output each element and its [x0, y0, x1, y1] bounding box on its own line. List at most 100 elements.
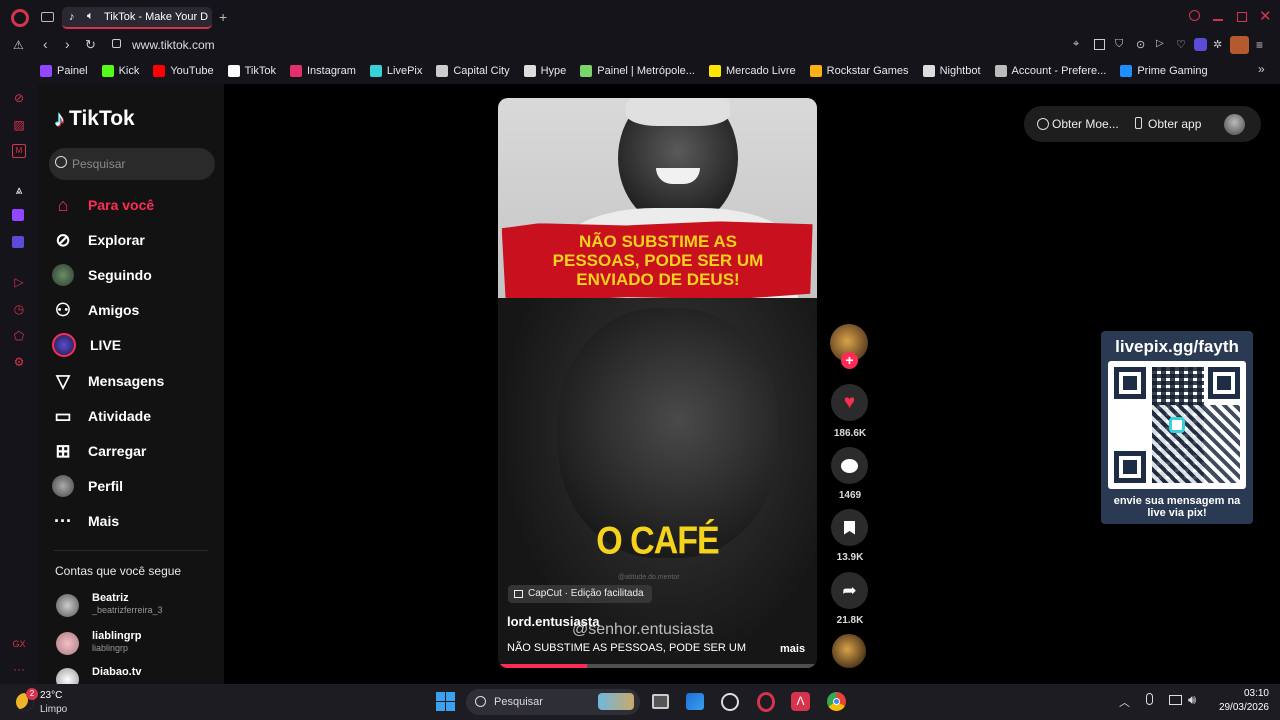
- sidebar-more-icon[interactable]: ···: [12, 662, 26, 676]
- tray-chevron-icon[interactable]: ︿: [1119, 694, 1130, 710]
- start-button[interactable]: [436, 692, 455, 711]
- bookmark-label: Rockstar Games: [826, 65, 909, 77]
- nav-item-live[interactable]: LIVE: [52, 330, 121, 360]
- opera-logo-icon[interactable]: [11, 9, 29, 27]
- microphone-icon[interactable]: [1146, 693, 1153, 705]
- sidebar-aria-app-icon[interactable]: [12, 236, 24, 248]
- nav-item-seguindo[interactable]: Seguindo: [52, 260, 152, 290]
- warning-icon[interactable]: ⚠: [13, 38, 24, 52]
- tiktok-wordmark: TikTok: [69, 107, 135, 130]
- minimize-button[interactable]: [1213, 19, 1223, 21]
- sidebar-gx-icon[interactable]: GX: [12, 637, 26, 651]
- video-description: NÃO SUBSTIME AS PESSOAS, PODE SER UM: [507, 642, 747, 654]
- maximize-button[interactable]: [1237, 12, 1247, 22]
- user-avatar[interactable]: [1224, 114, 1245, 135]
- forward-button[interactable]: ›: [65, 36, 70, 52]
- share-button[interactable]: ➦: [831, 572, 868, 609]
- snapshot-icon[interactable]: [1094, 39, 1105, 50]
- save-button[interactable]: [831, 509, 868, 546]
- bookmarks-overflow-icon[interactable]: »: [1258, 62, 1265, 76]
- nav-item-explorar[interactable]: ⊘ Explorar: [52, 225, 144, 255]
- bookmark-item[interactable]: Hype: [523, 65, 566, 77]
- pin-icon[interactable]: ⌖: [1073, 38, 1079, 51]
- bookmark-item[interactable]: TikTok: [227, 65, 276, 77]
- nav-item-perfil[interactable]: Perfil: [52, 471, 123, 501]
- comment-button[interactable]: [831, 447, 868, 484]
- following-account[interactable]: Beatriz _beatrizferreira_3: [56, 592, 216, 622]
- sidebar-extensions-icon[interactable]: ⬠: [12, 329, 26, 343]
- bookmark-item[interactable]: Painel | Metrópole...: [580, 65, 695, 77]
- volume-icon[interactable]: 🔊︎: [1188, 692, 1196, 708]
- bookmark-item[interactable]: Capital City: [436, 65, 510, 77]
- steam-icon[interactable]: [721, 693, 739, 711]
- tab-overview-icon[interactable]: [41, 12, 54, 22]
- aria-icon[interactable]: [1194, 38, 1207, 51]
- nav-item-mensagens[interactable]: ▽ Mensagens: [52, 366, 164, 396]
- opera-sidebar: ⊘ ▨ M ⩓ ▷ ◷ ⬠ ⚙ GX ···: [0, 84, 38, 684]
- more-link[interactable]: mais: [780, 643, 805, 655]
- active-tab[interactable]: ♪ 🔈︎ TikTok - Make Your D: [62, 7, 212, 29]
- download-icon[interactable]: ⊙: [1136, 38, 1145, 51]
- search-box[interactable]: Pesquisar: [49, 148, 215, 180]
- bookmark-item[interactable]: Instagram: [289, 65, 356, 77]
- bookmark-item[interactable]: Rockstar Games: [809, 65, 909, 77]
- sidebar-player-icon[interactable]: ▷: [12, 275, 26, 289]
- nav-item-para-voc-[interactable]: ⌂ Para você: [52, 190, 155, 220]
- bookmark-item[interactable]: Prime Gaming: [1120, 65, 1208, 77]
- like-button[interactable]: ♥: [831, 384, 868, 421]
- nav-item-carregar[interactable]: ⊞ Carregar: [52, 436, 146, 466]
- bookmark-item[interactable]: Kick: [101, 65, 139, 77]
- nav-item-amigos[interactable]: ⚇ Amigos: [52, 295, 139, 325]
- following-account[interactable]: liablingrp liablingrp: [56, 630, 216, 660]
- search-tabs-icon[interactable]: [1189, 10, 1200, 21]
- video-player[interactable]: NÃO SUBSTIME AS PESSOAS, PODE SER UM ENV…: [498, 98, 817, 668]
- sidebar-history-icon[interactable]: ◷: [12, 302, 26, 316]
- comment-icon: [841, 458, 858, 473]
- bookmark-item[interactable]: Mercado Livre: [708, 65, 796, 77]
- shield-icon[interactable]: ⛉: [1115, 38, 1123, 51]
- nav-item-mais[interactable]: ··· Mais: [52, 506, 119, 536]
- music-disc[interactable]: [832, 634, 866, 668]
- sidebar-wallet-icon[interactable]: ▨: [12, 118, 26, 132]
- weather-widget[interactable]: 2 23°C Limpo: [14, 687, 104, 717]
- reload-button[interactable]: ↻: [85, 37, 96, 53]
- get-coins-button[interactable]: Obter Moe...: [1052, 117, 1119, 131]
- speaker-icon[interactable]: 🔈︎: [87, 10, 94, 23]
- task-view-icon[interactable]: [652, 694, 669, 709]
- extensions-icon[interactable]: ✲: [1213, 38, 1222, 51]
- search-input[interactable]: Pesquisar: [72, 157, 125, 171]
- taskbar-search[interactable]: Pesquisar: [466, 689, 640, 715]
- clock-date[interactable]: 29/03/2026: [1207, 702, 1269, 713]
- heart-icon[interactable]: ♡: [1176, 38, 1186, 51]
- back-button[interactable]: ‹: [43, 36, 48, 52]
- sidebar-m-icon[interactable]: M: [12, 144, 26, 158]
- sidebar-twitch-icon[interactable]: [12, 209, 24, 221]
- sidebar-settings-icon[interactable]: ⚙: [12, 355, 26, 369]
- outlook-icon[interactable]: [686, 693, 704, 710]
- following-heading: Contas que você segue: [55, 564, 182, 578]
- lock-icon[interactable]: [112, 39, 121, 48]
- close-button[interactable]: ✕: [1259, 7, 1272, 25]
- bookmark-item[interactable]: Painel: [40, 65, 88, 77]
- menu-icon[interactable]: ≡: [1256, 38, 1263, 52]
- opera-taskbar-icon[interactable]: [757, 692, 775, 712]
- bookmark-item[interactable]: Account - Prefere...: [994, 65, 1106, 77]
- bookmark-item[interactable]: LivePix: [369, 65, 422, 77]
- tiktok-logo[interactable]: ♪ TikTok: [54, 106, 135, 132]
- clock-time[interactable]: 03:10: [1231, 688, 1269, 699]
- sidebar-a-icon[interactable]: ⩓: [12, 183, 26, 197]
- profile-avatar-icon[interactable]: [1230, 36, 1249, 54]
- video-progress-track[interactable]: [498, 664, 817, 668]
- sidebar-aria-icon[interactable]: ⊘: [12, 91, 26, 105]
- get-app-button[interactable]: Obter app: [1148, 117, 1201, 131]
- capcut-tag[interactable]: CapCut · Edição facilitada: [508, 585, 652, 603]
- play-icon[interactable]: ▷: [1156, 38, 1164, 49]
- bookmark-item[interactable]: YouTube: [153, 65, 214, 77]
- url-field[interactable]: www.tiktok.com: [132, 38, 215, 52]
- bookmark-item[interactable]: Nightbot: [922, 65, 981, 77]
- new-tab-button[interactable]: +: [219, 9, 227, 25]
- network-icon[interactable]: [1169, 695, 1182, 705]
- follow-plus-button[interactable]: +: [841, 352, 858, 369]
- aria-taskbar-icon[interactable]: Λ: [791, 692, 810, 711]
- nav-item-atividade[interactable]: ▭ Atividade: [52, 401, 151, 431]
